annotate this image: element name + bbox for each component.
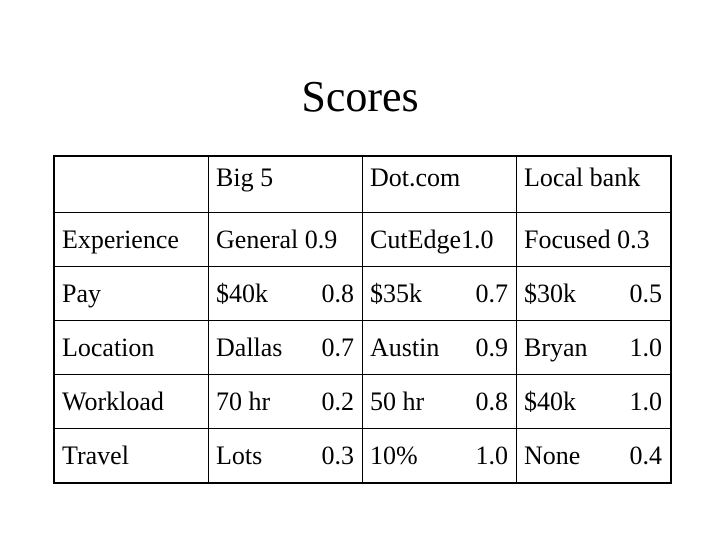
table-cell: Lots 0.3: [208, 428, 363, 484]
cell-text: Lots: [216, 440, 263, 470]
header-dot-com: Dot.com: [362, 155, 517, 213]
table-cell: $30k 0.5: [516, 266, 672, 321]
table-cell: CutEdge1.0: [362, 212, 517, 267]
cell-score: 0.9: [475, 332, 509, 362]
cell-text: Focused 0.3: [524, 224, 650, 254]
cell-text: $40k: [524, 386, 576, 416]
table-cell: $40k 0.8: [208, 266, 363, 321]
header-local-bank: Local bank: [516, 155, 672, 213]
table-header-row: Big 5 Dot.com Local bank: [53, 155, 672, 213]
cell-text: Austin: [370, 332, 440, 362]
cell-score: 0.2: [321, 386, 355, 416]
table-cell: $40k 1.0: [516, 374, 672, 429]
table-cell: $35k 0.7: [362, 266, 517, 321]
cell-score: 0.8: [475, 386, 509, 416]
cell-score: 1.0: [629, 386, 663, 416]
row-label: Location: [53, 320, 209, 375]
cell-text: $35k: [370, 278, 422, 308]
cell-text: Dallas: [216, 332, 283, 362]
scores-table: Big 5 Dot.com Local bank Experience Gene…: [53, 155, 672, 484]
header-big-5: Big 5: [208, 155, 363, 213]
table-cell: None 0.4: [516, 428, 672, 484]
row-label: Workload: [53, 374, 209, 429]
table-row-travel: Travel Lots 0.3 10% 1.0 None 0.4: [53, 428, 672, 484]
table-cell: Focused 0.3: [516, 212, 672, 267]
cell-score: 1.0: [629, 332, 663, 362]
header-corner-cell: [53, 155, 209, 213]
table-cell: 50 hr 0.8: [362, 374, 517, 429]
table-cell: Dallas 0.7: [208, 320, 363, 375]
table-cell: 10% 1.0: [362, 428, 517, 484]
cell-text: 70 hr: [216, 386, 271, 416]
table-cell: 70 hr 0.2: [208, 374, 363, 429]
table-cell: Austin 0.9: [362, 320, 517, 375]
cell-score: 0.4: [629, 440, 663, 470]
cell-score: 0.5: [629, 278, 663, 308]
cell-score: 0.3: [321, 440, 355, 470]
cell-score: 0.8: [321, 278, 355, 308]
cell-text: 50 hr: [370, 386, 425, 416]
cell-score: 0.7: [321, 332, 355, 362]
cell-score: 1.0: [475, 440, 509, 470]
page-title: Scores: [301, 72, 419, 121]
cell-text: 10%: [370, 440, 418, 470]
cell-text: CutEdge1.0: [370, 224, 494, 254]
row-label: Travel: [53, 428, 209, 484]
table-cell: General 0.9: [208, 212, 363, 267]
cell-text: $40k: [216, 278, 268, 308]
row-label: Experience: [53, 212, 209, 267]
table-row-pay: Pay $40k 0.8 $35k 0.7 $30k 0.5: [53, 266, 672, 321]
cell-score: 0.7: [475, 278, 509, 308]
table-row-experience: Experience General 0.9 CutEdge1.0 Focuse…: [53, 212, 672, 267]
cell-text: General 0.9: [216, 224, 338, 254]
row-label: Pay: [53, 266, 209, 321]
table-row-workload: Workload 70 hr 0.2 50 hr 0.8 $40k 1.0: [53, 374, 672, 429]
cell-text: $30k: [524, 278, 576, 308]
table-row-location: Location Dallas 0.7 Austin 0.9 Bryan 1.0: [53, 320, 672, 375]
cell-text: None: [524, 440, 581, 470]
cell-text: Bryan: [524, 332, 588, 362]
table-cell: Bryan 1.0: [516, 320, 672, 375]
